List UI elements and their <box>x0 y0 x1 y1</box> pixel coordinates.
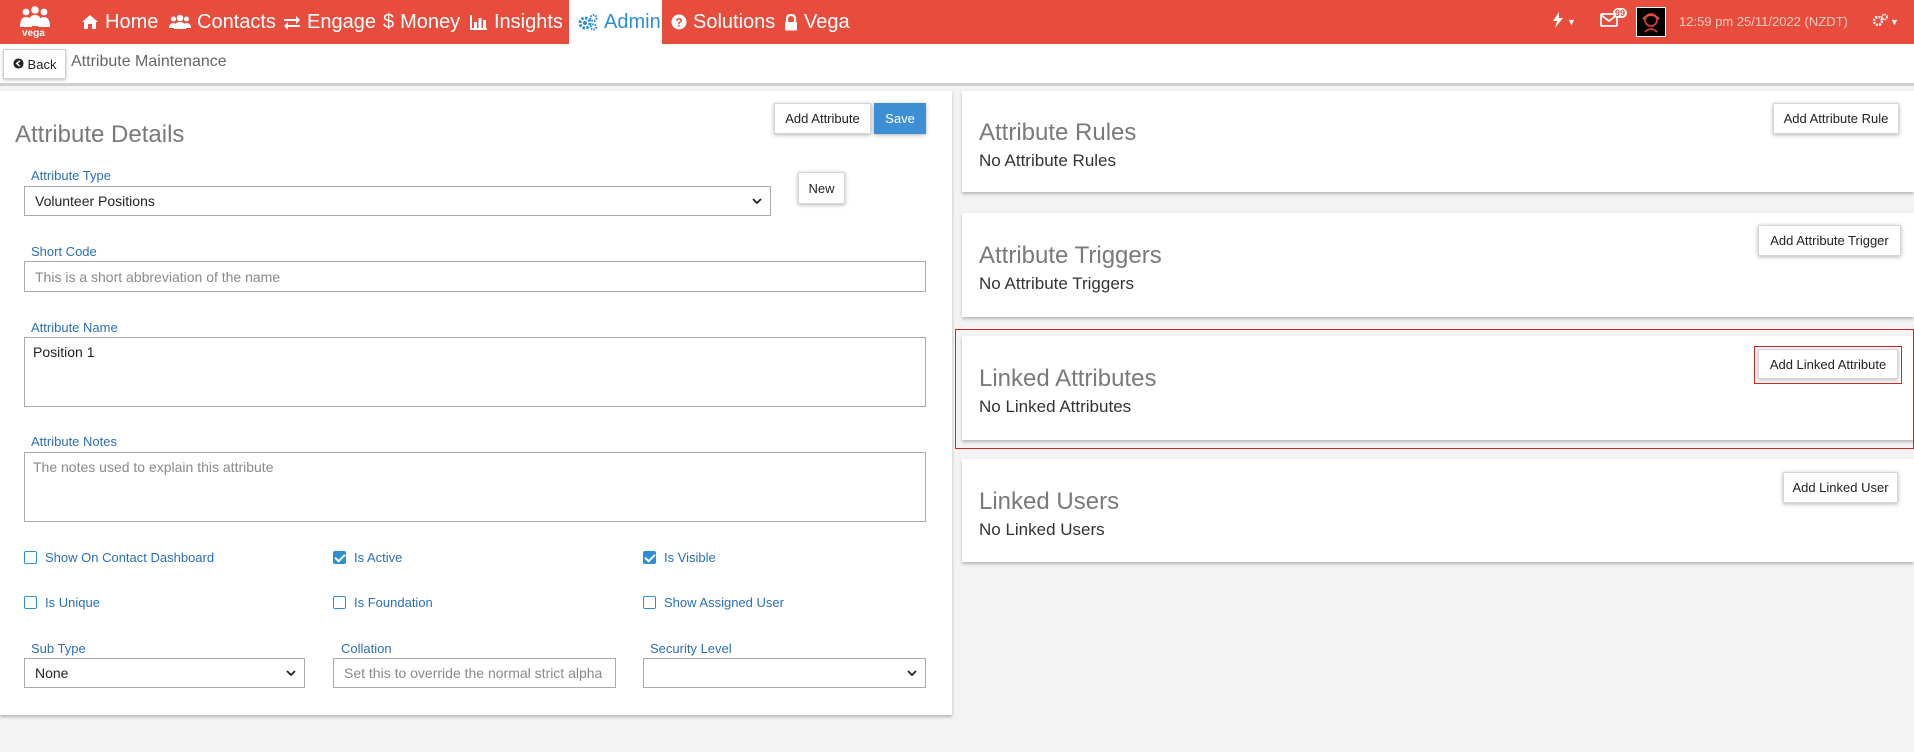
add-attribute-rule-button[interactable]: Add Attribute Rule <box>1773 103 1899 134</box>
cogs-icon <box>578 13 598 31</box>
lock-icon <box>784 13 798 31</box>
svg-text:?: ? <box>675 16 682 30</box>
checkbox-label: Is Unique <box>45 595 100 610</box>
exchange-icon <box>283 14 301 30</box>
show-on-dashboard-checkbox[interactable]: Show On Contact Dashboard <box>24 550 214 565</box>
caret-down-icon: ▼ <box>1890 17 1899 27</box>
page-title: Attribute Maintenance <box>71 53 227 70</box>
bolt-icon <box>1552 11 1564 33</box>
back-button[interactable]: Back <box>3 49 66 79</box>
quick-actions-menu[interactable]: ▼ <box>1552 0 1576 44</box>
attribute-type-select[interactable]: Volunteer Positions <box>24 186 771 216</box>
notification-badge: 99 <box>1613 8 1628 18</box>
checkbox-box <box>643 551 656 564</box>
chevron-down-icon <box>907 670 917 677</box>
nav-solutions[interactable]: ? Solutions <box>671 0 775 44</box>
empty-message: No Attribute Triggers <box>979 274 1134 293</box>
add-attribute-trigger-button[interactable]: Add Attribute Trigger <box>1758 225 1901 256</box>
bar-chart-icon <box>470 14 488 30</box>
short-code-input[interactable]: This is a short abbreviation of the name <box>24 261 926 292</box>
top-navbar: vega Home Contacts Engage $ Money Insigh… <box>0 0 1914 44</box>
show-assigned-user-checkbox[interactable]: Show Assigned User <box>643 595 784 610</box>
nav-engage[interactable]: Engage <box>283 0 376 44</box>
checkbox-label: Is Foundation <box>354 595 433 610</box>
messages-button[interactable]: 99 <box>1600 0 1628 44</box>
empty-message: No Attribute Rules <box>979 151 1117 170</box>
security-level-select[interactable] <box>643 658 926 688</box>
checkbox-label: Show Assigned User <box>664 595 784 610</box>
panel-title: Attribute Rules <box>979 119 1137 146</box>
checkbox-box <box>24 551 37 564</box>
sub-header <box>0 44 1914 86</box>
collation-label: Collation <box>341 641 392 656</box>
attribute-rules-panel: Attribute Rules No Attribute Rules Add A… <box>962 91 1914 192</box>
chevron-down-icon <box>286 670 296 677</box>
datetime-display: 12:59 pm 25/11/2022 (NZDT) <box>1679 14 1848 29</box>
save-button[interactable]: Save <box>874 103 926 134</box>
nav-money[interactable]: $ Money <box>383 0 460 44</box>
panel-title: Attribute Details <box>15 121 185 148</box>
home-icon <box>81 14 99 30</box>
back-label: Back <box>27 56 57 72</box>
security-level-label: Security Level <box>650 641 732 656</box>
add-linked-user-button[interactable]: Add Linked User <box>1783 472 1898 503</box>
add-attribute-button[interactable]: Add Attribute <box>774 103 871 134</box>
is-visible-checkbox[interactable]: Is Visible <box>643 550 716 565</box>
checkbox-box <box>333 551 346 564</box>
attribute-name-label: Attribute Name <box>31 320 118 335</box>
users-icon <box>169 14 191 30</box>
checkbox-box <box>643 596 656 609</box>
collation-input[interactable]: Set this to override the normal strict a… <box>333 658 616 688</box>
select-value: Volunteer Positions <box>35 193 155 209</box>
checkbox-label: Is Visible <box>664 550 716 565</box>
checkbox-label: Is Active <box>354 550 403 565</box>
checkbox-box <box>333 596 346 609</box>
nav-label: Solutions <box>693 10 776 33</box>
empty-message: No Linked Users <box>979 520 1105 539</box>
select-value: None <box>35 665 69 681</box>
sub-type-label: Sub Type <box>31 641 86 656</box>
panel-title: Linked Users <box>979 488 1120 515</box>
attribute-notes-input[interactable]: The notes used to explain this attribute <box>24 452 926 522</box>
nav-label: Vega <box>804 10 850 33</box>
attribute-name-input[interactable]: Position 1 <box>24 337 926 407</box>
nav-insights[interactable]: Insights <box>470 0 563 44</box>
sub-type-select[interactable]: None <box>24 658 305 688</box>
short-code-label: Short Code <box>31 244 97 259</box>
cogs-icon <box>1872 13 1888 32</box>
attribute-triggers-panel: Attribute Triggers No Attribute Triggers… <box>962 213 1914 317</box>
nav-contacts[interactable]: Contacts <box>169 0 276 44</box>
new-type-button[interactable]: New <box>798 172 845 204</box>
caret-down-icon: ▼ <box>1567 17 1576 27</box>
vega-logo[interactable]: vega <box>17 5 53 41</box>
nav-vega[interactable]: Vega <box>784 0 850 44</box>
attribute-type-label: Attribute Type <box>31 168 111 183</box>
nav-home[interactable]: Home <box>81 0 158 44</box>
user-avatar[interactable] <box>1636 7 1666 37</box>
panel-title: Attribute Triggers <box>979 242 1162 269</box>
attribute-details-panel: Attribute Details Add Attribute Save Att… <box>0 91 952 715</box>
is-active-checkbox[interactable]: Is Active <box>333 550 402 565</box>
nav-label: Engage <box>307 10 376 33</box>
nav-label: Home <box>105 10 159 33</box>
nav-label: Money <box>400 10 461 33</box>
attribute-notes-label: Attribute Notes <box>31 434 117 449</box>
checkbox-label: Show On Contact Dashboard <box>45 550 215 565</box>
arrow-circle-left-icon <box>13 57 24 72</box>
logo-text: vega <box>22 28 45 39</box>
checkbox-box <box>24 596 37 609</box>
question-circle-icon: ? <box>671 14 687 30</box>
is-unique-checkbox[interactable]: Is Unique <box>24 595 100 610</box>
nav-label: Contacts <box>197 10 276 33</box>
linked-users-panel: Linked Users No Linked Users Add Linked … <box>962 459 1914 562</box>
settings-menu[interactable]: ▼ <box>1872 0 1899 44</box>
is-foundation-checkbox[interactable]: Is Foundation <box>333 595 433 610</box>
highlight-box <box>1754 346 1902 384</box>
nav-label: Insights <box>494 10 563 33</box>
chevron-down-icon <box>752 198 762 205</box>
nav-label: Admin <box>604 10 661 33</box>
dollar-icon: $ <box>383 10 395 33</box>
nav-admin[interactable]: Admin <box>569 0 662 44</box>
